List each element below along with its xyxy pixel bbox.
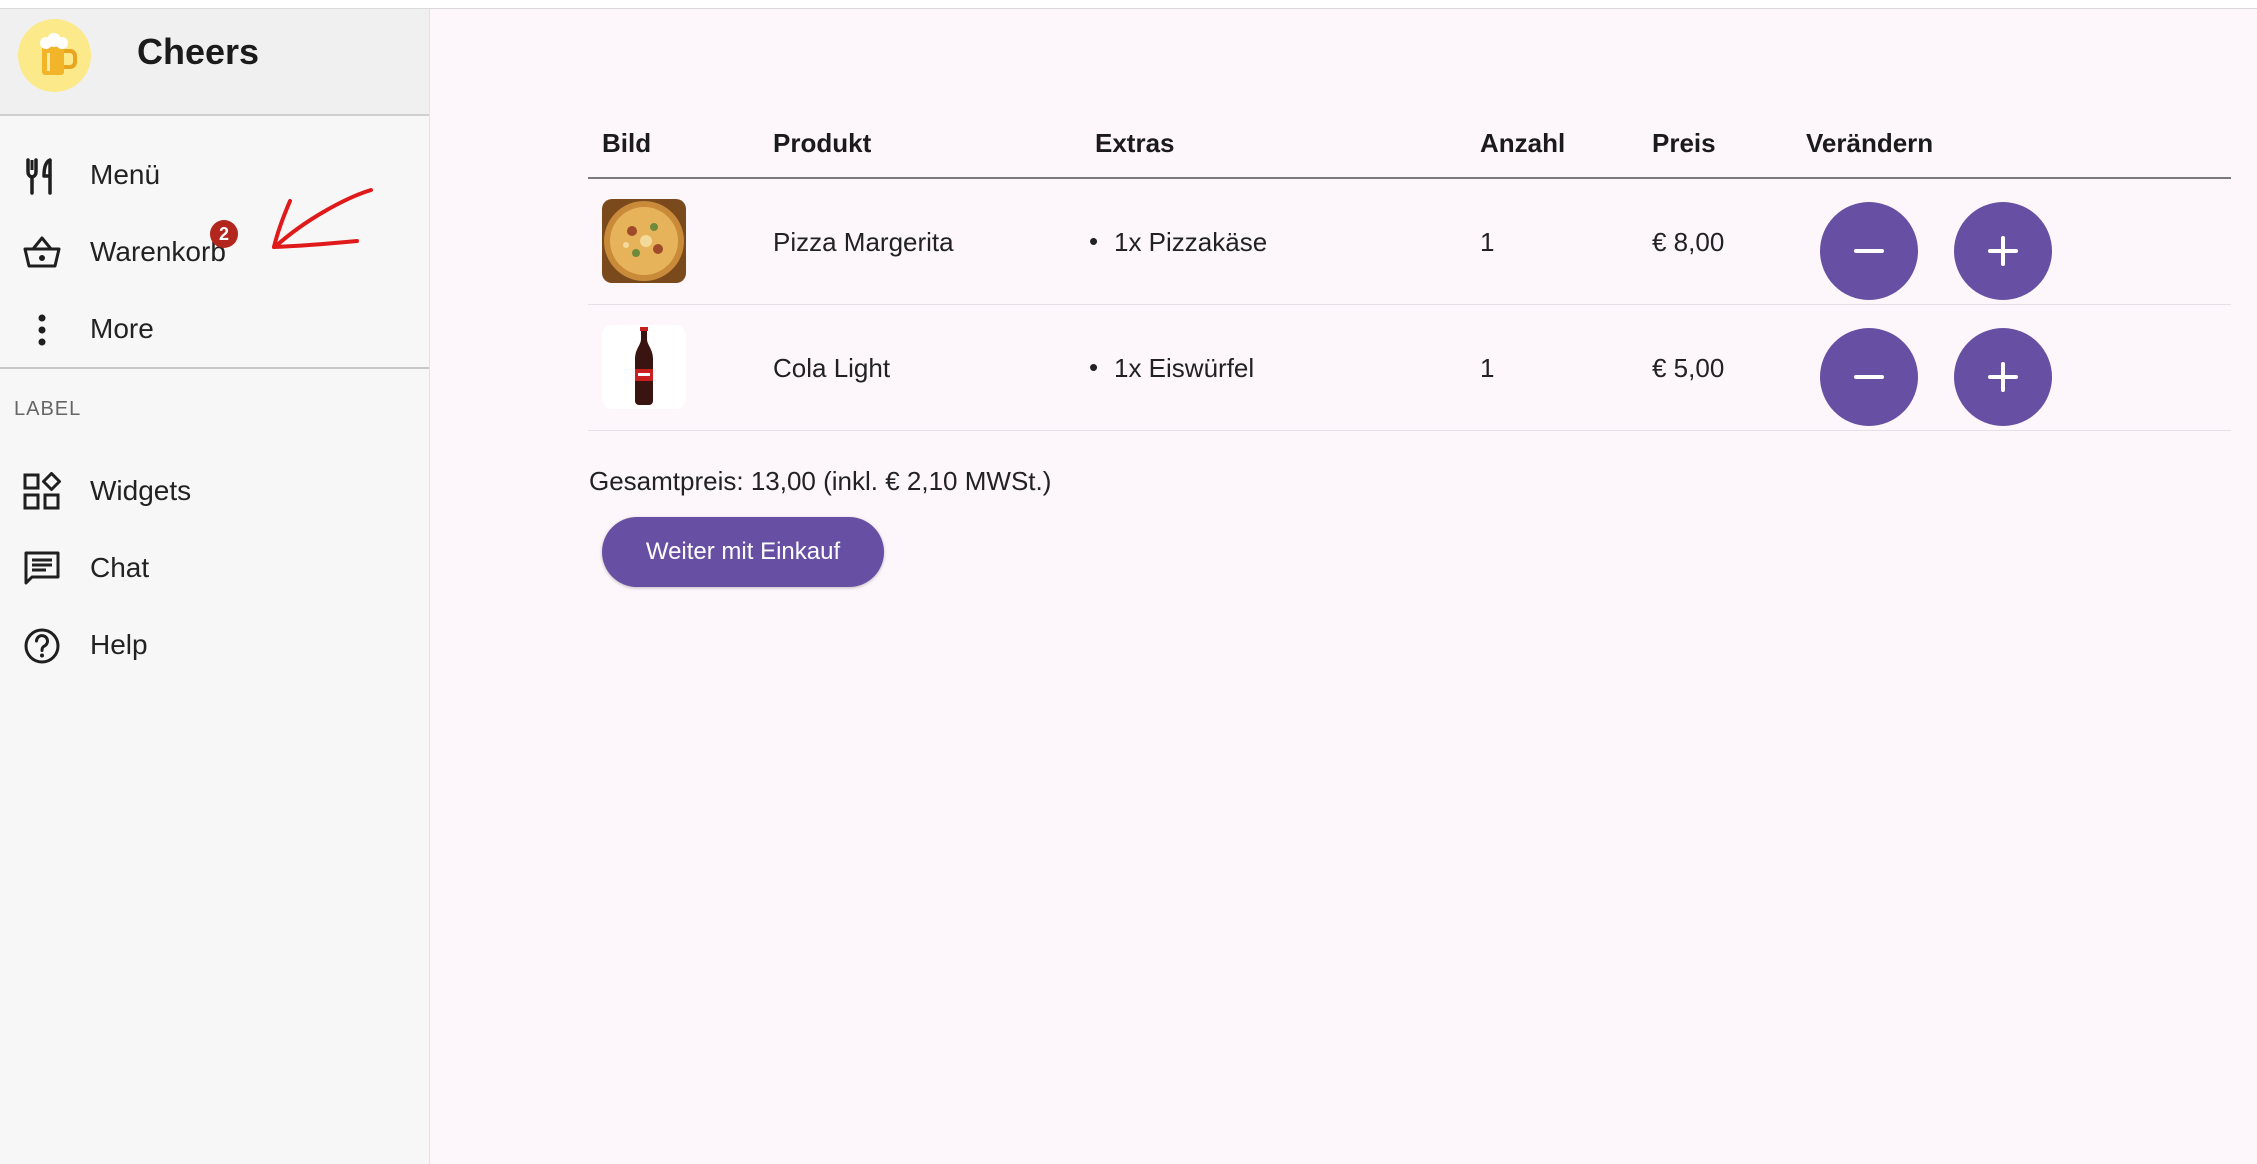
quantity-value: 1: [1480, 353, 1495, 383]
help-circle-icon: [22, 626, 62, 666]
plus-icon: [1988, 236, 2018, 266]
continue-shopping-button[interactable]: Weiter mit Einkauf: [602, 517, 884, 587]
column-header-extras: Extras: [1095, 128, 1175, 158]
sidebar-item-label: Menü: [90, 159, 161, 190]
chat-icon: [22, 549, 62, 589]
minus-icon: [1854, 375, 1884, 379]
extra-item: 1x Eiswürfel: [1089, 352, 1254, 384]
increment-button[interactable]: [1954, 328, 2052, 426]
pizza-image: [602, 199, 686, 283]
cart-count-badge: 2: [210, 220, 238, 248]
column-header-image: Bild: [602, 128, 652, 158]
column-header-price: Preis: [1652, 128, 1716, 158]
sidebar-item-label: Chat: [90, 552, 150, 583]
decrement-button[interactable]: [1820, 202, 1918, 300]
column-header-change: Verändern: [1806, 128, 1934, 158]
basket-icon: [22, 233, 62, 273]
sidebar-item-chat[interactable]: Chat: [0, 533, 429, 603]
price-value: € 5,00: [1652, 353, 1725, 383]
sidebar-item-help[interactable]: Help: [0, 610, 429, 680]
minus-icon: [1854, 249, 1884, 253]
sidebar-item-widgets[interactable]: Widgets: [0, 456, 429, 526]
table-row: Cola Light 1x Eiswürfel 1 € 5,00: [588, 305, 2231, 431]
more-vertical-icon: [22, 310, 62, 350]
product-name: Pizza Margerita: [773, 227, 954, 257]
widgets-icon: [22, 472, 62, 512]
table-row: Pizza Margerita 1x Pizzakäse 1 € 8,00: [588, 179, 2231, 305]
cart-page: Bild Produkt Extras Anzahl Preis Verände…: [430, 9, 2257, 1164]
sidebar-item-more[interactable]: More: [0, 294, 429, 364]
price-value: € 8,00: [1652, 227, 1725, 257]
column-header-product: Produkt: [773, 128, 872, 158]
sidebar-item-label: Warenkorb: [90, 236, 226, 267]
decrement-button[interactable]: [1820, 328, 1918, 426]
increment-button[interactable]: [1954, 202, 2052, 300]
drawer-divider: [0, 367, 429, 369]
app-title: Cheers: [137, 31, 260, 72]
column-header-quantity: Anzahl: [1480, 128, 1566, 158]
plus-icon: [1988, 362, 2018, 392]
total-price: Gesamtpreis: 13,00 (inkl. € 2,10 MWSt.): [589, 466, 1052, 496]
section-label: LABEL: [14, 398, 82, 420]
extra-item: 1x Pizzakäse: [1089, 226, 1267, 258]
window-top-edge: [0, 0, 2257, 9]
sidebar-item-label: Widgets: [90, 475, 192, 506]
sidebar-item-label: More: [90, 313, 154, 344]
product-name: Cola Light: [773, 353, 891, 383]
quantity-value: 1: [1480, 227, 1495, 257]
red-arrow-annotation: [272, 188, 373, 249]
drawer-header: Cheers: [0, 9, 429, 116]
cola-bottle-image: [602, 325, 686, 409]
sidebar-item-label: Help: [90, 629, 148, 660]
beer-mug-icon: [18, 19, 91, 92]
utensils-icon: [22, 156, 62, 196]
